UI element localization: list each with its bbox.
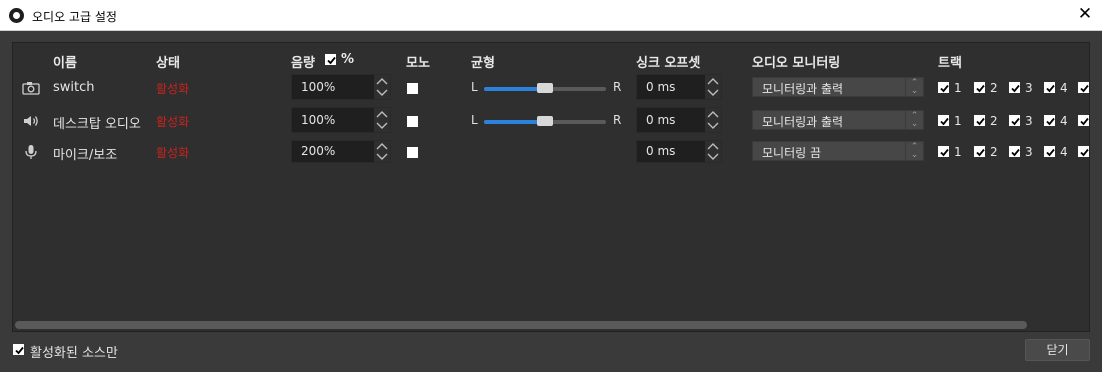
decrement-icon[interactable] xyxy=(374,120,390,132)
mono-checkbox[interactable] xyxy=(407,83,418,94)
track-toggle[interactable]: 2 xyxy=(974,81,998,95)
mono-checkbox[interactable] xyxy=(407,116,418,127)
header-sync-offset: 싱크 오프셋 xyxy=(636,56,701,71)
sync-offset-value: 0 ms xyxy=(646,113,676,127)
track-toggle[interactable]: 1 xyxy=(938,114,962,128)
volume-value: 200% xyxy=(301,144,336,158)
balance-left-label: L xyxy=(471,113,478,127)
source-name: 마이크/보조 xyxy=(53,148,118,163)
monitoring-dropdown[interactable]: 모니터링과 출력 ⌃ ⌄ xyxy=(752,77,924,97)
balance-left-label: L xyxy=(471,80,478,94)
monitoring-dropdown[interactable]: 모니터링과 출력 ⌃ ⌄ xyxy=(752,110,924,130)
balance-handle[interactable] xyxy=(537,116,553,126)
window-title: 오디오 고급 설정 xyxy=(32,10,117,24)
track-toggle[interactable]: 4 xyxy=(1044,145,1068,159)
balance-slider[interactable] xyxy=(484,83,606,93)
track-toggle[interactable]: 4 xyxy=(1044,81,1068,95)
track-toggle[interactable] xyxy=(1078,81,1089,95)
sync-offset-value: 0 ms xyxy=(646,80,676,94)
increment-icon[interactable] xyxy=(705,75,721,87)
track-toggle[interactable]: 2 xyxy=(974,114,998,128)
sync-offset-value: 0 ms xyxy=(646,144,676,158)
volume-value: 100% xyxy=(301,113,336,127)
track-toggle[interactable] xyxy=(1078,114,1089,128)
source-name: 데스크탑 오디오 xyxy=(53,117,141,132)
updown-chevron-icon: ⌃ ⌄ xyxy=(905,111,923,129)
monitoring-dropdown[interactable]: 모니터링 끔 ⌃ ⌄ xyxy=(752,141,924,161)
horizontal-scrollbar[interactable] xyxy=(15,321,1027,329)
table-row: 데스크탑 오디오 활성화 100% L R 0 ms 모니터링과 출력 ⌃ ⌄ 1… xyxy=(13,107,1089,135)
obs-logo-icon xyxy=(9,8,24,23)
track-toggle[interactable]: 3 xyxy=(1009,81,1033,95)
header-volume-unit: % xyxy=(341,52,355,67)
mono-checkbox[interactable] xyxy=(407,147,418,158)
balance-slider[interactable] xyxy=(484,116,606,126)
source-name: switch xyxy=(53,80,95,95)
balance-fill xyxy=(484,120,545,124)
track-toggle[interactable]: 3 xyxy=(1009,114,1033,128)
decrement-icon[interactable] xyxy=(705,87,721,99)
close-icon[interactable]: ✕ xyxy=(1076,5,1094,23)
track-toggle[interactable]: 4 xyxy=(1044,114,1068,128)
increment-icon[interactable] xyxy=(374,75,390,87)
volume-value: 100% xyxy=(301,80,336,94)
active-only-checkbox[interactable] xyxy=(13,344,24,355)
volume-percent-checkbox[interactable] xyxy=(325,54,336,65)
updown-chevron-icon: ⌃ ⌄ xyxy=(905,142,923,160)
decrement-icon[interactable] xyxy=(374,151,390,162)
track-toggle[interactable] xyxy=(1078,145,1089,159)
balance-handle[interactable] xyxy=(537,83,553,93)
track-toggle[interactable]: 2 xyxy=(974,145,998,159)
monitoring-value: 모니터링과 출력 xyxy=(762,115,844,129)
header-name: 이름 xyxy=(53,56,77,71)
increment-icon[interactable] xyxy=(705,108,721,120)
header-volume: 음량 xyxy=(291,56,315,71)
header-status: 상태 xyxy=(156,56,180,71)
track-toggle[interactable]: 3 xyxy=(1009,145,1033,159)
table-row: switch 활성화 100% L R 0 ms 모니터링과 출력 ⌃ ⌄ 1 2… xyxy=(13,74,1089,102)
track-toggle[interactable]: 1 xyxy=(938,81,962,95)
table-row: 마이크/보조 활성화 200% 0 ms 모니터링 끔 ⌃ ⌄ 1 2 3 4 xyxy=(13,138,1089,166)
sync-offset-spinbox[interactable]: 0 ms xyxy=(636,140,722,163)
decrement-icon[interactable] xyxy=(705,151,721,162)
microphone-icon xyxy=(22,144,40,160)
camera-icon xyxy=(22,80,40,96)
sync-offset-spinbox[interactable]: 0 ms xyxy=(636,107,722,133)
balance-fill xyxy=(484,87,545,91)
decrement-icon[interactable] xyxy=(374,87,390,99)
track-toggle[interactable]: 1 xyxy=(938,145,962,159)
active-only-label[interactable]: 활성화된 소스만 xyxy=(30,342,118,361)
volume-spinbox[interactable]: 200% xyxy=(291,140,391,163)
monitoring-value: 모니터링과 출력 xyxy=(762,82,844,96)
header-balance: 균형 xyxy=(471,56,495,71)
status-badge: 활성화 xyxy=(156,115,190,129)
status-badge: 활성화 xyxy=(156,82,190,96)
balance-right-label: R xyxy=(613,80,622,94)
status-badge: 활성화 xyxy=(156,146,190,160)
audio-settings-table: 이름 상태 음량 % 모노 균형 싱크 오프셋 오디오 모니터링 트랙 swit… xyxy=(12,42,1090,332)
balance-right-label: R xyxy=(613,113,622,127)
sync-offset-spinbox[interactable]: 0 ms xyxy=(636,74,722,100)
updown-chevron-icon: ⌃ ⌄ xyxy=(905,78,923,96)
volume-spinbox[interactable]: 100% xyxy=(291,107,391,133)
decrement-icon[interactable] xyxy=(705,120,721,132)
close-button[interactable]: 닫기 xyxy=(1025,339,1090,361)
volume-spinbox[interactable]: 100% xyxy=(291,74,391,100)
header-monitoring: 오디오 모니터링 xyxy=(752,56,841,71)
monitoring-value: 모니터링 끔 xyxy=(762,146,822,160)
increment-icon[interactable] xyxy=(374,108,390,120)
title-bar: 오디오 고급 설정 ✕ xyxy=(0,0,1102,31)
header-tracks: 트랙 xyxy=(938,56,962,71)
header-mono: 모노 xyxy=(406,56,430,71)
speaker-icon xyxy=(22,113,40,129)
